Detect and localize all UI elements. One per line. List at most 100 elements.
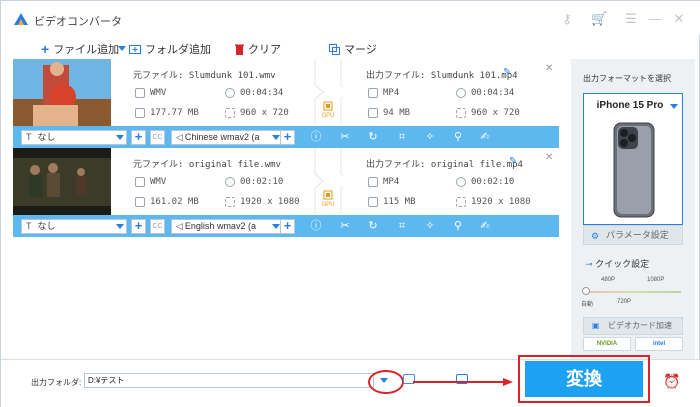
info-icon[interactable]: ⓘ xyxy=(310,131,322,143)
source-file-name: 元ファイル: original file.wmv xyxy=(133,160,281,170)
window-title: ビデオコンバータ xyxy=(34,16,122,28)
edit-output-name-icon[interactable]: ✎ xyxy=(503,67,511,78)
chevron-down-icon xyxy=(272,224,280,229)
subtitle-value: なし xyxy=(37,221,56,231)
merge-icon xyxy=(329,43,340,55)
cc-icon[interactable]: CC xyxy=(150,219,165,234)
main-toolbar: + ファイル追加 フォルダ追加 クリア マージ xyxy=(13,37,557,59)
folder-add-icon xyxy=(129,45,141,54)
output-format: MP4 xyxy=(383,177,400,187)
text-icon: T xyxy=(26,132,32,142)
nvidia-label: NVIDIA xyxy=(596,341,618,347)
gpu-acceleration-label: ビデオカード加速 xyxy=(608,321,672,330)
item-edit-bar: T なし + CC ◁ Chinese wmav2 (a + ⓘ ✂ ↻ ⌗ ✧ ⚲… xyxy=(13,126,559,148)
speaker-icon: ◁ xyxy=(176,221,183,231)
quality-slider-knob[interactable] xyxy=(582,287,590,295)
subtitle-value: なし xyxy=(37,132,56,142)
cut-icon[interactable]: ✂ xyxy=(339,220,351,232)
source-size: 177.77 MB xyxy=(150,108,199,118)
info-icon[interactable]: ⓘ xyxy=(310,220,322,232)
cut-icon[interactable]: ✂ xyxy=(339,131,351,143)
add-file-button[interactable]: + ファイル追加 xyxy=(41,41,119,57)
watermark-icon[interactable]: ⚲ xyxy=(452,131,464,143)
edit-output-name-icon[interactable]: ✎ xyxy=(509,156,517,167)
subtitle-select[interactable]: T なし xyxy=(21,130,127,145)
format-icon xyxy=(135,177,145,187)
effect-icon[interactable]: ✧ xyxy=(424,131,436,143)
remove-item-icon[interactable]: ✕ xyxy=(545,152,553,163)
resolution-icon xyxy=(456,108,466,118)
chevron-down-icon xyxy=(116,135,124,140)
clear-button[interactable]: クリア xyxy=(235,41,281,57)
effect-icon[interactable]: ✧ xyxy=(424,220,436,232)
quality-slider[interactable] xyxy=(585,291,681,293)
rotate-icon[interactable]: ↻ xyxy=(367,131,379,143)
merge-label: マージ xyxy=(344,44,377,56)
file-item[interactable]: 元ファイル: original file.wmv WMV 00:02:10 16… xyxy=(13,148,559,237)
filesize-icon xyxy=(368,197,378,207)
video-thumbnail[interactable] xyxy=(13,148,111,215)
output-size: 94 MB xyxy=(383,108,411,118)
source-resolution: 1920 x 1080 xyxy=(240,197,300,207)
remove-item-icon[interactable]: ✕ xyxy=(545,63,553,74)
crop-icon[interactable]: ⌗ xyxy=(396,220,408,232)
title-bar: ビデオコンバータ ⚷ 🛒 ☰ — ✕ xyxy=(1,1,700,35)
add-folder-button[interactable]: フォルダ追加 xyxy=(129,41,211,57)
output-duration: 00:04:34 xyxy=(471,88,515,98)
plus-icon: + xyxy=(41,41,50,57)
add-subtitle-button[interactable]: + xyxy=(131,219,146,234)
watermark-icon[interactable]: ⚲ xyxy=(452,220,464,232)
quick-settings-icon: ⊸ xyxy=(585,259,593,269)
format-selector[interactable]: iPhone 15 Pro xyxy=(583,93,683,225)
add-audio-button[interactable]: + xyxy=(280,219,295,234)
filesize-icon xyxy=(368,108,378,118)
add-folder-label: フォルダ追加 xyxy=(145,44,211,56)
output-file-name: 出力ファイル: Slumdunk 101.mp4 xyxy=(366,71,518,81)
add-file-dropdown-icon[interactable] xyxy=(118,46,126,51)
cc-icon[interactable]: CC xyxy=(150,130,165,145)
crop-icon[interactable]: ⌗ xyxy=(396,131,408,143)
output-resolution: 960 x 720 xyxy=(471,108,520,118)
filesize-icon xyxy=(135,108,145,118)
subtitle-select[interactable]: T なし xyxy=(21,219,127,234)
output-folder-field[interactable]: D:¥テスト xyxy=(84,373,374,388)
video-thumbnail[interactable] xyxy=(13,59,111,126)
parameter-settings-button[interactable]: ⚙ パラメータ設定 xyxy=(583,225,683,245)
add-audio-button[interactable]: + xyxy=(280,130,295,145)
app-logo-icon xyxy=(14,13,28,25)
gpu-acceleration-button[interactable]: ▣ ビデオカード加速 xyxy=(583,317,683,335)
text-icon: T xyxy=(26,221,32,231)
cart-icon[interactable]: 🛒 xyxy=(591,11,607,27)
audio-select[interactable]: ◁ English wmav2 (a xyxy=(171,219,283,234)
audio-select[interactable]: ◁ Chinese wmav2 (a xyxy=(171,130,283,145)
convert-button[interactable]: 変換 xyxy=(525,361,643,397)
format-icon xyxy=(135,88,145,98)
chevron-down-icon xyxy=(272,135,280,140)
rotate-icon[interactable]: ↻ xyxy=(367,220,379,232)
sliders-icon: ⚙ xyxy=(591,231,600,241)
output-folder-label: 出力フォルダ: xyxy=(31,378,82,387)
file-item[interactable]: 元ファイル: Slumdunk 101.wmv WMV 00:04:34 177… xyxy=(13,59,559,148)
merge-button[interactable]: マージ xyxy=(329,41,377,57)
key-icon[interactable]: ⚷ xyxy=(559,11,575,27)
subtitle-edit-icon[interactable]: ✍ xyxy=(479,220,491,232)
subtitle-edit-icon[interactable]: ✍ xyxy=(479,131,491,143)
minimize-icon[interactable]: — xyxy=(647,11,663,27)
add-subtitle-button[interactable]: + xyxy=(131,130,146,145)
clock-icon xyxy=(225,177,235,187)
format-name: iPhone 15 Pro xyxy=(596,100,664,111)
output-format-panel: 出力フォーマットを選択 iPhone 15 Pro ⚙ パラメータ設定 ⊸ クイ… xyxy=(571,59,695,359)
resolution-icon xyxy=(225,108,235,118)
output-file-name: 出力ファイル: original file.mp4 xyxy=(366,160,523,170)
gpu-label: GPU xyxy=(321,202,335,208)
close-icon[interactable]: ✕ xyxy=(671,11,687,27)
menu-icon[interactable]: ☰ xyxy=(623,11,639,27)
item-edit-bar: T なし + CC ◁ English wmav2 (a + ⓘ ✂ ↻ ⌗ ✧ ⚲… xyxy=(13,215,559,237)
alarm-clock-icon[interactable]: ⏰ xyxy=(663,373,680,389)
add-file-label: ファイル追加 xyxy=(53,44,120,56)
source-size: 161.02 MB xyxy=(150,197,199,207)
output-size: 115 MB xyxy=(383,197,416,207)
format-icon xyxy=(368,88,378,98)
gpu-label: GPU xyxy=(321,113,335,119)
iphone-image xyxy=(613,122,655,218)
